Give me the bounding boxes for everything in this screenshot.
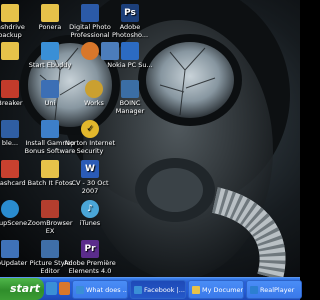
taskbar-button-my-documents[interactable]: My Documents [188,280,244,299]
desktop-icon-norton-internet-security[interactable]: ✓ Norton Internet Security [58,120,122,155]
desktop-icon-nokia-pc-suite[interactable]: Nokia PC Su... [98,42,162,69]
desktop: lashdrive backup Ponera Digital Photo Pr… [0,0,300,277]
start-label: start [10,282,40,295]
flashcard-icon [1,160,19,178]
camera-app-icon [81,4,99,22]
app-icon [1,240,19,258]
folder-icon [41,160,59,178]
folder-icon [192,286,200,294]
start-button[interactable]: start [0,278,44,300]
ie-icon[interactable] [46,282,57,295]
app-icon [41,80,59,98]
desktop-icon-itunes[interactable]: ♪ iTunes [58,200,122,227]
itunes-icon: ♪ [81,200,99,218]
app-icon [1,200,19,218]
folder-icon [41,4,59,22]
folder-icon [1,4,19,22]
firefox-icon[interactable] [59,282,70,295]
picture-style-icon [41,240,59,258]
realplayer-icon [250,286,258,294]
zoombrowser-icon [41,200,59,218]
taskbar-button-what-does[interactable]: What does ... [72,280,128,299]
quick-launch-bar [46,282,70,296]
desktop-icon-boinc-manager[interactable]: BOINC Manager [98,80,162,115]
ie-icon [76,286,84,294]
app-icon [1,120,19,138]
ebuddy-icon [41,42,59,60]
folder-icon [1,42,19,60]
taskbar-button-realplayer[interactable]: RealPlayer [246,280,302,299]
app-icon [1,80,19,98]
word-document-icon: W [81,160,99,178]
taskbar-button-facebook[interactable]: Facebook |... [130,280,186,299]
boinc-icon [121,80,139,98]
norton-icon: ✓ [81,120,99,138]
desktop-icon-adobe-photoshop[interactable]: Ps Adobe Photosho... [98,4,162,39]
photoshop-icon: Ps [121,4,139,22]
installer-icon [41,120,59,138]
desktop-icon-cv-document[interactable]: W CV - 30 Oct 2007 [58,160,122,195]
taskbar: start What does ... Facebook |... My Doc… [0,277,302,300]
premiere-icon: Pr [81,240,99,258]
nokia-icon [121,42,139,60]
ie-icon [134,286,142,294]
desktop-icon-adobe-premiere-elements[interactable]: Pr Adobe Première Elements 4.0 [58,240,122,275]
